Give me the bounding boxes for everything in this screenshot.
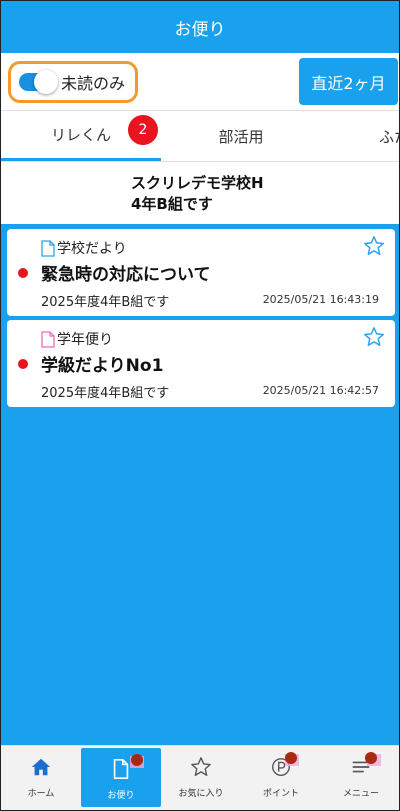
page-title: お便り (174, 19, 226, 40)
unread-only-label: 未読のみ (61, 74, 126, 93)
notice-class: 2025年度4年B組です (41, 386, 170, 401)
nav-letters[interactable]: お便り (81, 748, 161, 807)
notification-dot (365, 752, 377, 764)
notice-list: 学校だより 緊急時の対応について 2025年度4年B組です 2025/05/21… (1, 224, 399, 745)
unread-count-badge: 2 (128, 115, 158, 145)
toggle-knob (34, 70, 58, 94)
tab-label: リレくん (50, 126, 111, 144)
class-name: 4年B組です (131, 195, 213, 213)
unread-only-toggle-group[interactable]: 未読のみ (8, 61, 138, 103)
unread-dot (18, 268, 28, 278)
notice-title: 学級だよりNo1 (41, 356, 164, 376)
home-icon (31, 758, 51, 776)
notification-dot (131, 754, 143, 766)
bottom-navigation: ホーム お便り お気に入り ポイント メニュー (1, 745, 399, 810)
school-class-heading: スクリレデモ学校H 4年B組です (1, 162, 399, 224)
star-icon (191, 757, 211, 776)
app-header: お便り (1, 1, 399, 53)
notice-date: 2025/05/21 16:43:19 (262, 293, 379, 306)
favorite-star-icon[interactable] (363, 326, 385, 348)
tab-bukatsu[interactable]: 部活用 (161, 111, 321, 161)
document-icon (113, 759, 129, 779)
child-tabs: リレくん 部活用 ふた (1, 110, 399, 162)
nav-label: お気に入り (178, 789, 224, 799)
document-icon (41, 239, 55, 257)
tab-label: 部活用 (218, 127, 264, 146)
favorite-star-icon[interactable] (363, 235, 385, 257)
nav-label: お便り (107, 791, 135, 801)
category-label: 学年便り (57, 332, 113, 348)
school-name: スクリレデモ学校H (131, 174, 264, 192)
unread-dot (18, 359, 28, 369)
filter-controls: 未読のみ 直近2ヶ月 (1, 53, 399, 110)
notice-category: 学年便り (41, 329, 113, 349)
period-filter-button[interactable]: 直近2ヶ月 (299, 58, 398, 105)
notice-card[interactable]: 学年便り 学級だよりNo1 2025年度4年B組です 2025/05/21 16… (7, 320, 395, 407)
notice-class: 2025年度4年B組です (41, 295, 170, 310)
nav-favorites[interactable]: お気に入り (161, 746, 241, 810)
nav-points[interactable]: ポイント (241, 746, 321, 810)
nav-menu[interactable]: メニュー (321, 746, 400, 810)
notice-card[interactable]: 学校だより 緊急時の対応について 2025年度4年B組です 2025/05/21… (7, 229, 395, 316)
category-label: 学校だより (57, 241, 127, 257)
nav-home[interactable]: ホーム (1, 746, 81, 810)
tab-label: ふた (379, 127, 399, 146)
notice-date: 2025/05/21 16:42:57 (262, 384, 379, 397)
document-icon (41, 330, 55, 348)
unread-only-toggle[interactable] (19, 70, 58, 94)
nav-label: ポイント (262, 789, 299, 799)
notice-category: 学校だより (41, 238, 127, 258)
notification-dot (285, 752, 297, 764)
nav-label: ホーム (27, 789, 55, 799)
notice-title: 緊急時の対応について (41, 265, 211, 285)
tab-futa[interactable]: ふた (363, 111, 399, 161)
nav-label: メニュー (342, 789, 379, 799)
